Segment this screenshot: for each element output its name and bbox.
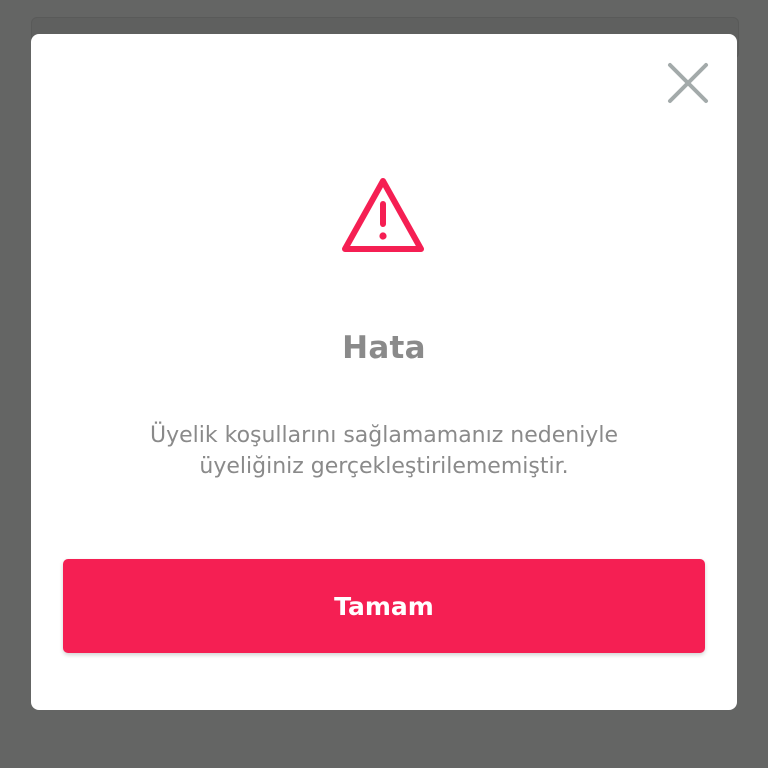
dialog-title: Hata [342, 330, 426, 366]
message-line-2: üyeliğiniz gerçekleştirilememiştir. [199, 454, 569, 479]
message-line-1: Üyelik koşullarını sağlamamanız nedeniyl… [150, 423, 618, 448]
ok-button[interactable]: Tamam [63, 559, 705, 653]
error-dialog: Hata Üyelik koşullarını sağlamamanız ned… [31, 34, 737, 710]
ok-button-label: Tamam [334, 591, 434, 621]
warning-triangle-icon [342, 178, 424, 252]
close-icon [668, 63, 708, 103]
close-button[interactable] [663, 58, 713, 108]
dialog-message: Üyelik koşullarını sağlamamanız nedeniyl… [91, 420, 677, 482]
